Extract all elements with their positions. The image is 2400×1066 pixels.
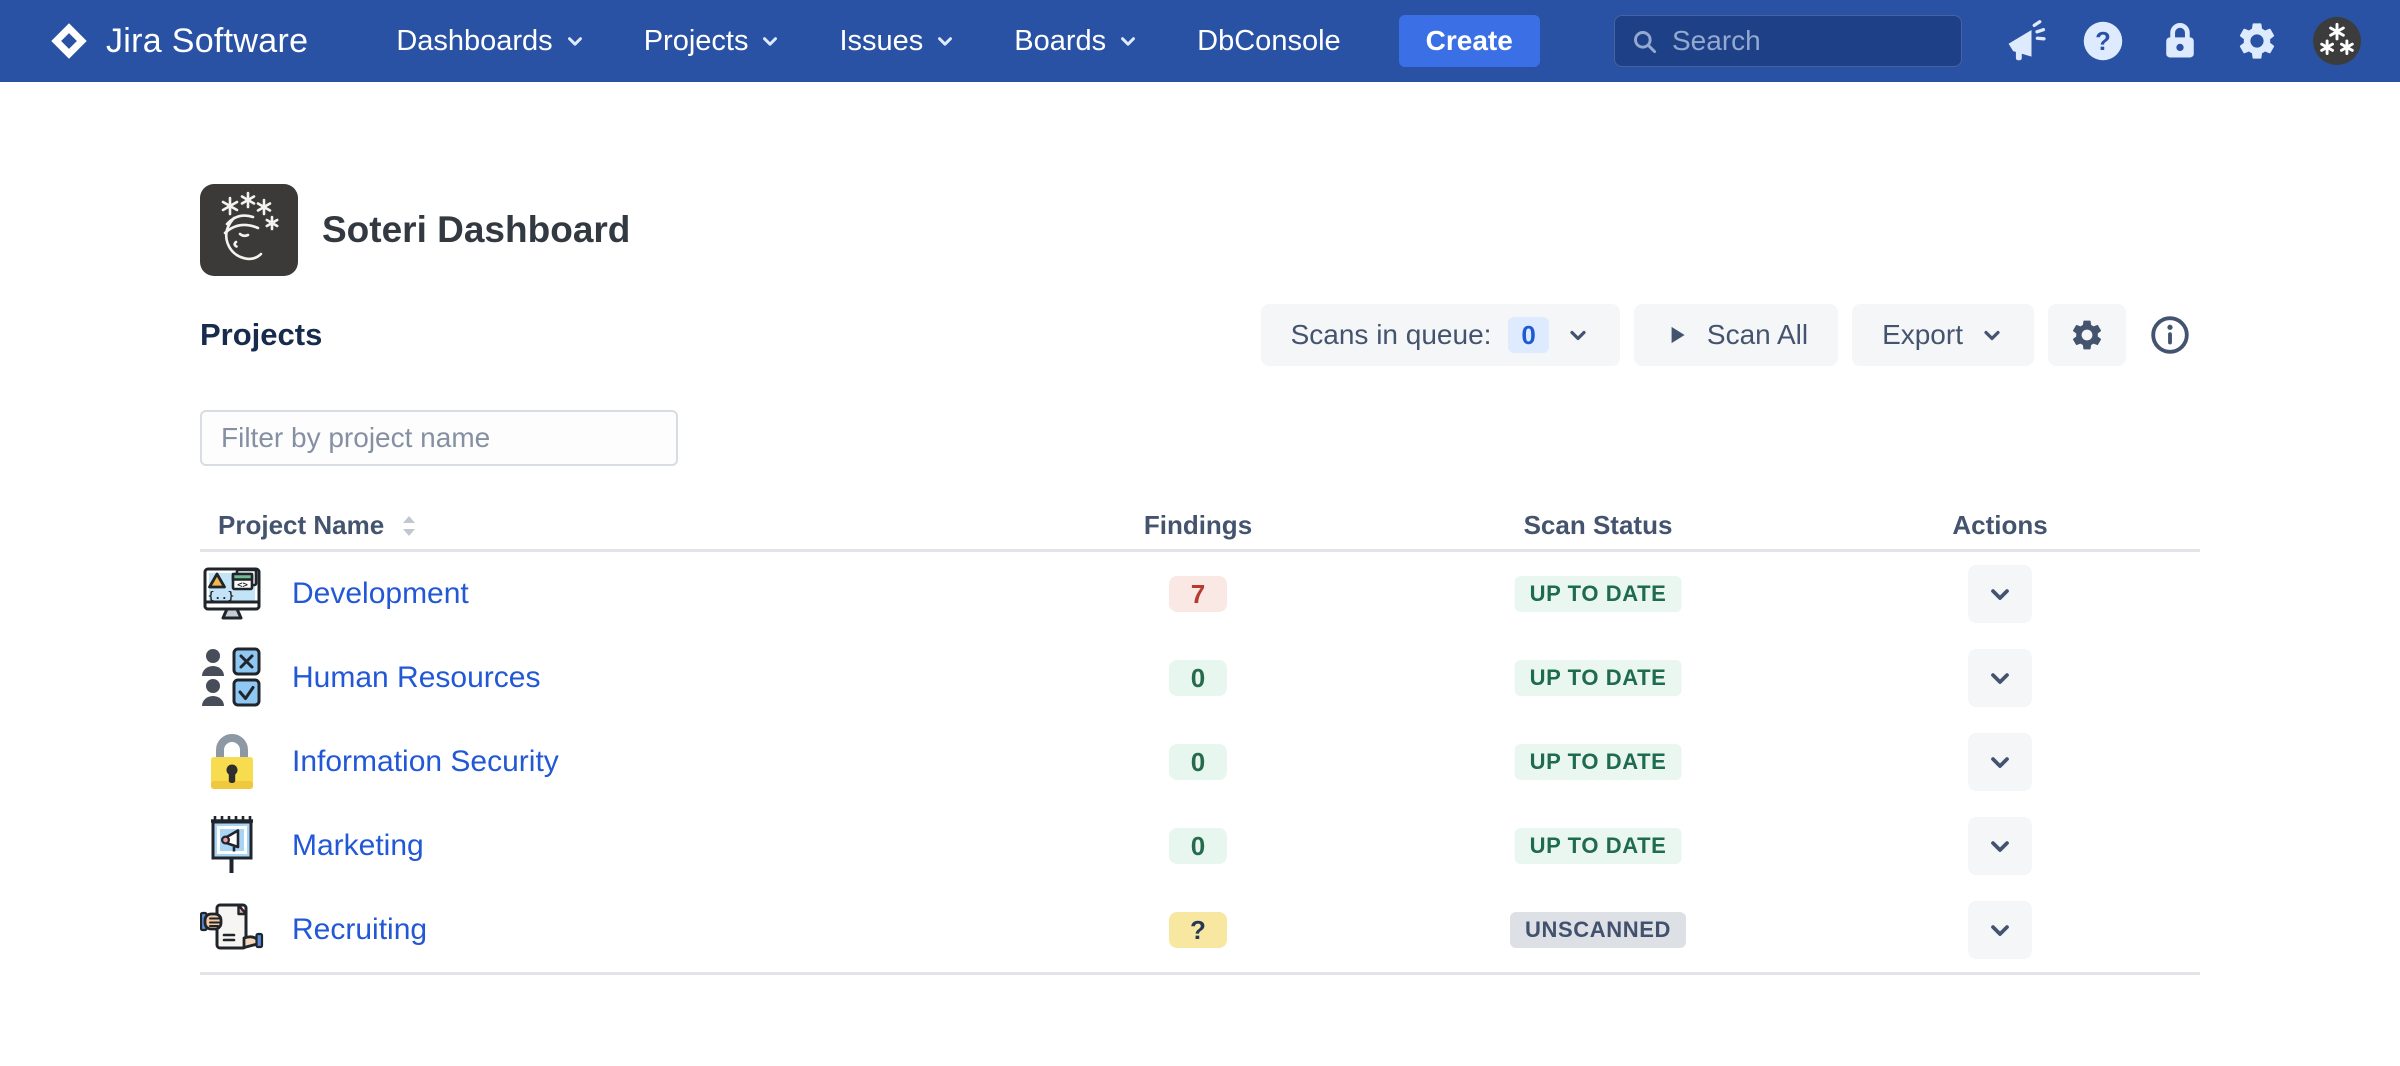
table-row: Human Resources 0 UP TO DATE [200,636,2200,720]
jira-diamond-icon [51,23,87,59]
gear-icon [2069,317,2105,353]
development-icon [200,562,264,626]
row-actions-button[interactable] [1968,649,2032,707]
human-resources-icon [200,646,264,710]
scan-status-badge: UP TO DATE [1514,828,1682,864]
chevron-down-icon [1986,916,2014,944]
findings-badge: ? [1169,912,1227,948]
nav-item-label: DbConsole [1197,24,1341,57]
nav-item-issues[interactable]: Issues [839,25,956,58]
scans-in-queue-label: Scans in queue: [1290,319,1492,350]
scan-status-badge: UP TO DATE [1514,660,1682,696]
projects-table: Project Name Findings Scan Status Action… [200,504,2200,975]
search-input[interactable] [1672,25,1945,57]
table-row: Development 7 UP TO DATE [200,552,2200,636]
info-button[interactable] [2140,304,2200,366]
export-label: Export [1882,319,1963,350]
nav-item-label: Issues [839,24,924,57]
project-icon [200,562,264,626]
search-icon [1631,28,1658,55]
top-navbar: Jira Software Dashboards Projects Issues Bo… [0,0,2400,82]
project-name-link-human-resources[interactable]: Human Resources [292,661,540,695]
page-title: Soteri Dashboard [322,209,631,250]
chevron-down-icon [1117,30,1139,52]
settings-button[interactable] [2048,304,2126,366]
scans-in-queue-button[interactable]: Scans in queue: 0 [1260,304,1620,366]
toolbar: Scans in queue: 0 Scan All Export [1260,304,2200,366]
chevron-down-icon [1980,323,2004,347]
projects-toolbar-row: Projects Scans in queue: 0 Scan All Expo… [200,304,2200,366]
project-filter-input[interactable] [200,410,678,466]
findings-badge: 0 [1169,744,1227,780]
findings-badge: 0 [1169,660,1227,696]
lock-icon[interactable] [2158,19,2202,63]
project-name-link-development[interactable]: Development [292,577,469,611]
megaphone-icon[interactable] [2004,19,2048,63]
findings-badge: 0 [1169,828,1227,864]
scan-status-badge: UNSCANNED [1510,912,1686,948]
column-header-actions: Actions [1952,510,2048,540]
gear-icon[interactable] [2235,19,2279,63]
create-button[interactable]: Create [1398,15,1540,67]
information-security-icon [200,730,264,794]
nav-item-label: Boards [1014,24,1107,57]
scan-status-badge: UP TO DATE [1514,576,1682,612]
nav-item-dashboards[interactable]: Dashboards [396,25,585,58]
main-content: Soteri Dashboard Projects Scans in queue… [200,184,2200,975]
chevron-down-icon [1986,664,2014,692]
export-button[interactable]: Export [1852,304,2034,366]
project-name-link-marketing[interactable]: Marketing [292,829,424,863]
navbar-icons [2004,16,2362,66]
nav-item-label: Dashboards [396,24,553,57]
chevron-down-icon [1986,580,2014,608]
row-actions-button[interactable] [1968,817,2032,875]
column-header-project-name[interactable]: Project Name [218,510,419,541]
row-actions-button[interactable] [1968,733,2032,791]
nav-item-projects[interactable]: Projects [644,25,782,58]
chevron-down-icon [759,30,781,52]
scan-all-button[interactable]: Scan All [1633,304,1839,366]
nav-item-label: Projects [643,24,749,57]
nav-item-boards[interactable]: Boards [1014,25,1139,58]
recruiting-icon [200,898,264,962]
table-row: Recruiting ? UNSCANNED [200,888,2200,972]
row-actions-button[interactable] [1968,565,2032,623]
nav-item-dbconsole[interactable]: DbConsole [1197,25,1340,58]
help-icon[interactable] [2081,19,2125,63]
dashboard-header: Soteri Dashboard [200,184,2200,276]
table-row: Marketing 0 UP TO DATE [200,804,2200,888]
findings-badge: 7 [1169,576,1227,612]
table-row: Information Security 0 UP TO DATE [200,720,2200,804]
app-title: Jira Software [106,21,309,60]
project-name-link-information-security[interactable]: Information Security [292,745,559,779]
scan-all-label: Scan All [1706,319,1809,350]
row-actions-button[interactable] [1968,901,2032,959]
column-header-findings: Findings [1143,510,1253,540]
chevron-down-icon [1566,323,1590,347]
chevron-down-icon [934,30,956,52]
table-body: Development 7 UP TO DATE Human Resources… [200,552,2200,975]
navbar-search[interactable] [1614,15,1962,67]
project-name-link-recruiting[interactable]: Recruiting [292,913,427,947]
info-icon [2149,314,2191,356]
sort-icon [399,513,419,539]
chevron-down-icon [1986,832,2014,860]
avatar[interactable] [2312,16,2362,66]
play-icon [1664,322,1690,348]
main-navigation: Dashboards Projects Issues Boards DbConsole [396,25,1340,58]
project-icon [200,898,264,962]
chevron-down-icon [564,30,586,52]
marketing-icon [200,814,264,878]
soteri-logo-icon [200,184,298,276]
chevron-down-icon [1986,748,2014,776]
project-icon [200,814,264,878]
project-icon [200,730,264,794]
table-header: Project Name Findings Scan Status Action… [200,504,2200,552]
column-header-scan-status: Scan Status [1523,510,1673,540]
jira-logo[interactable]: Jira Software [48,20,308,62]
scans-in-queue-count: 0 [1508,317,1549,353]
section-title: Projects [200,317,323,352]
project-icon [200,646,264,710]
scan-status-badge: UP TO DATE [1514,744,1682,780]
